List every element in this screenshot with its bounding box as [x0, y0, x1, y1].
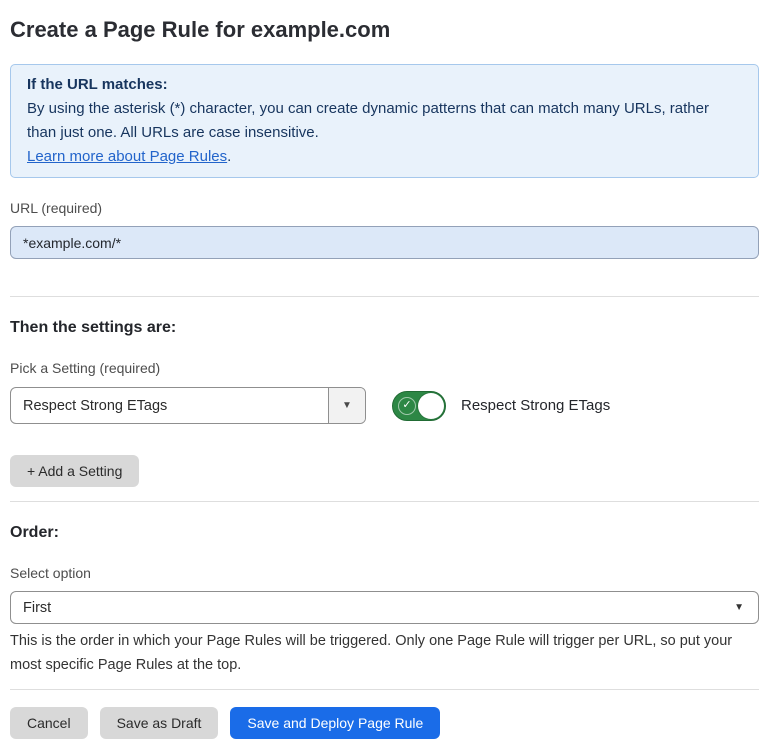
add-setting-button[interactable]: + Add a Setting: [10, 455, 139, 487]
link-suffix: .: [227, 148, 231, 165]
toggle-label: Respect Strong ETags: [461, 397, 610, 414]
dropdown-arrow-icon[interactable]: ▼: [328, 388, 365, 423]
url-input[interactable]: [10, 226, 759, 259]
setting-select-value: Respect Strong ETags: [11, 388, 328, 423]
settings-section-heading: Then the settings are:: [10, 318, 759, 338]
order-select[interactable]: First ▼: [10, 591, 759, 624]
order-select-label: Select option: [10, 565, 759, 582]
save-deploy-button[interactable]: Save and Deploy Page Rule: [230, 707, 440, 739]
url-match-info-box: If the URL matches: By using the asteris…: [10, 64, 759, 178]
divider: [10, 501, 759, 502]
learn-more-link[interactable]: Learn more about Page Rules: [27, 148, 227, 165]
pick-setting-label: Pick a Setting (required): [10, 360, 759, 377]
toggle-knob: [418, 393, 444, 419]
url-field-label: URL (required): [10, 200, 759, 217]
order-select-value: First: [23, 600, 734, 616]
footer-actions: Cancel Save as Draft Save and Deploy Pag…: [10, 707, 759, 739]
info-box-body: By using the asterisk (*) character, you…: [27, 97, 742, 145]
order-section-heading: Order:: [10, 523, 759, 543]
order-help-text: This is the order in which your Page Rul…: [10, 629, 750, 677]
setting-select[interactable]: Respect Strong ETags ▼: [10, 387, 366, 424]
divider: [10, 296, 759, 297]
setting-toggle[interactable]: ✓: [392, 391, 446, 421]
info-box-link-line: Learn more about Page Rules.: [27, 145, 742, 169]
chevron-down-icon: ▼: [734, 602, 744, 613]
cancel-button[interactable]: Cancel: [10, 707, 88, 739]
info-box-heading: If the URL matches:: [27, 73, 742, 97]
save-draft-button[interactable]: Save as Draft: [100, 707, 219, 739]
page-title: Create a Page Rule for example.com: [10, 16, 759, 44]
divider: [10, 689, 759, 690]
check-icon: ✓: [398, 397, 416, 415]
setting-row: Respect Strong ETags ▼ ✓ Respect Strong …: [10, 387, 759, 424]
